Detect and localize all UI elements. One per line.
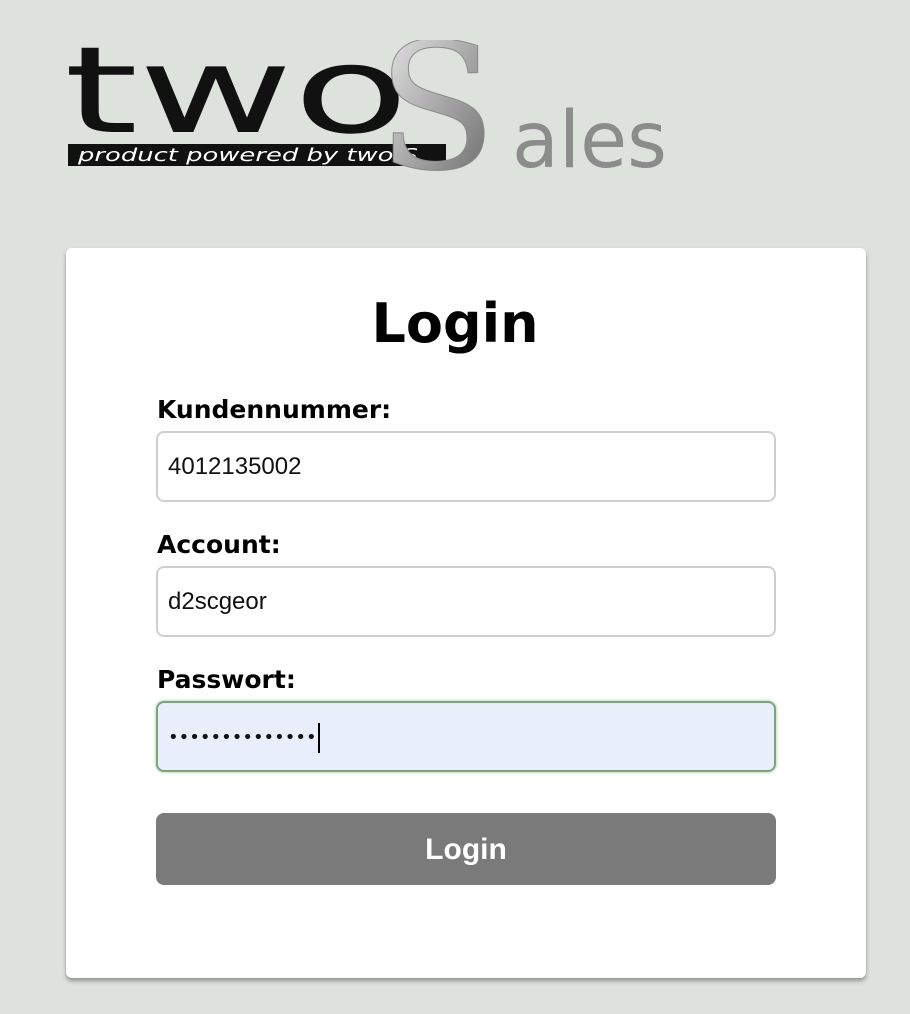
password-masked-value: •••••••••••••• xyxy=(168,727,317,749)
logo-ales-text: ales xyxy=(512,96,667,186)
account-input[interactable]: d2scgeor xyxy=(156,566,776,637)
twosales-logo: two product powered by two S S ales xyxy=(62,40,682,190)
customer-number-label: Kundennummer: xyxy=(157,395,392,424)
logo-tagline: product powered by two S xyxy=(77,145,418,166)
logo-s-letter: S xyxy=(377,40,497,190)
password-input[interactable]: •••••••••••••• xyxy=(156,701,776,772)
text-caret xyxy=(317,722,320,753)
login-button[interactable]: Login xyxy=(156,813,776,885)
login-title: Login xyxy=(371,292,539,355)
account-value: d2scgeor xyxy=(168,588,267,615)
logo-two-text: two xyxy=(64,40,409,161)
password-label: Passwort: xyxy=(157,665,296,694)
customer-number-input[interactable]: 4012135002 xyxy=(156,431,776,502)
account-label: Account: xyxy=(157,530,281,559)
customer-number-value: 4012135002 xyxy=(168,453,302,480)
